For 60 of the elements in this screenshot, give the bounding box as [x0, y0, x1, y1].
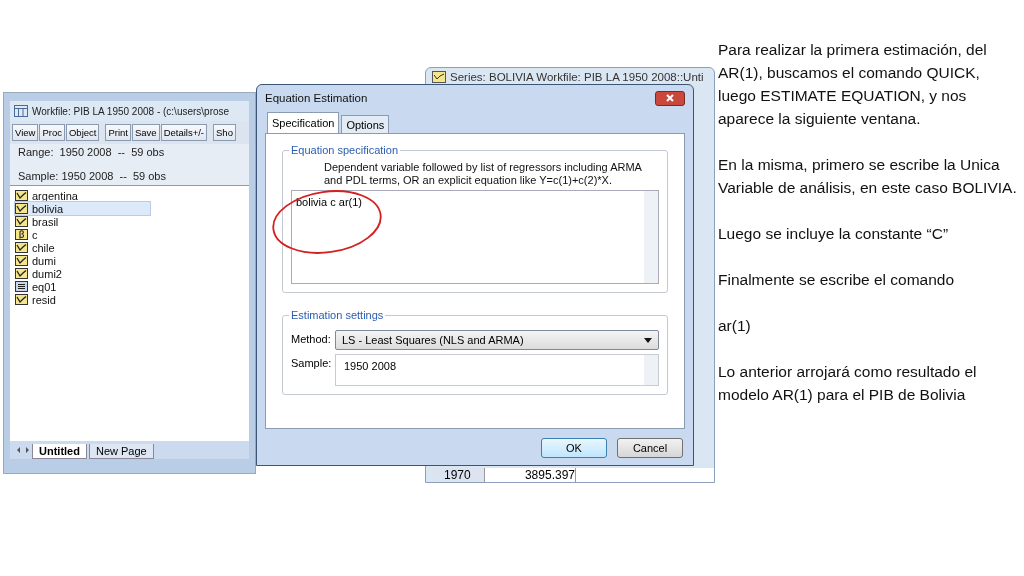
object-item[interactable]: bolivia [15, 202, 150, 215]
note-paragraph: Luego se incluye la constante “C” [718, 224, 950, 244]
series-icon [15, 203, 28, 214]
toolbar-button[interactable]: View [12, 124, 39, 141]
table-cell: 1970 [432, 468, 485, 482]
toolbar-button[interactable]: Proc [39, 124, 65, 141]
scrollbar[interactable] [644, 191, 658, 283]
page-tab[interactable]: Untitled [32, 444, 87, 459]
range-text: Range: 1950 2008 -- 59 obs [18, 146, 166, 158]
method-dropdown[interactable]: LS - Least Squares (NLS and ARMA) [335, 330, 659, 350]
scroll-arrows-icon[interactable] [16, 446, 30, 454]
sample-field[interactable]: 1950 2008 [335, 354, 659, 386]
dialog-title: Equation Estimation [265, 92, 368, 104]
table-cell: 3895.397 [485, 468, 576, 482]
equation-icon [15, 281, 28, 292]
toolbar-button[interactable]: Details+/- [160, 124, 208, 141]
note-paragraph: ar(1) [718, 316, 752, 336]
toolbar-button[interactable]: Object [65, 124, 100, 141]
object-item[interactable]: chile [15, 241, 150, 254]
window-title: Series: BOLIVIA Workfile: PIB LA 1950 2008::Unti [450, 71, 704, 83]
close-icon [665, 93, 675, 103]
dialog-button[interactable]: Cancel [617, 438, 683, 458]
equation-field[interactable]: bolivia c ar(1) [291, 190, 659, 284]
note-paragraph: Lo anterior arrojará como resultado el modelo AR(1) para el PIB de Bolivia [718, 362, 978, 405]
series-icon [15, 216, 28, 227]
object-item[interactable]: dumi2 [15, 267, 150, 280]
window-title: Workfile: PIB LA 1950 2008 - (c:\users\prose [32, 105, 230, 117]
toolbar-button[interactable]: Save [132, 124, 160, 141]
note-paragraph: En la misma, primero se escribe la Unica Variable de análisis, en este caso BOLIVIA. [718, 155, 1018, 198]
scrollbar[interactable] [644, 355, 658, 385]
object-item[interactable]: eq01 [15, 280, 150, 293]
page-tab[interactable]: New Page [88, 444, 154, 459]
object-item[interactable]: dumi [15, 254, 150, 267]
toolbar-button[interactable]: Print [105, 124, 131, 141]
dialog-button[interactable]: OK [541, 438, 607, 458]
group-title: Equation specification [289, 144, 400, 156]
field-label: Sample: [291, 356, 331, 369]
toolbar-button[interactable]: Sho [213, 124, 236, 141]
series-icon [15, 255, 28, 266]
object-item[interactable]: c [15, 228, 150, 241]
series-icon [15, 268, 28, 279]
sample-text: Sample: 1950 2008 -- 59 obs [18, 170, 167, 182]
object-item[interactable]: resid [15, 293, 150, 306]
series-icon [15, 294, 28, 305]
coefficient-icon [15, 229, 28, 240]
series-icon [432, 71, 446, 83]
grid-icon [14, 105, 28, 117]
note-paragraph: Para realizar la primera estimación, del AR(1), buscamos el comando QUICK, luego ESTIMATE EQUATION, y nos aparece la siguiente ventana. [718, 40, 988, 129]
tab[interactable]: Specification [267, 112, 340, 133]
series-icon [15, 242, 28, 253]
note-paragraph: Finalmente se escribe el comando [718, 270, 956, 290]
caret-icon [644, 337, 652, 343]
tab[interactable]: Options [341, 115, 390, 133]
field-label: Method: [291, 332, 331, 345]
close-button[interactable] [655, 90, 685, 106]
series-icon [15, 190, 28, 201]
hint-text: Dependent variable followed by list of regressors including ARMA and PDL terms, OR an explicit equation like Y=c(1)+c(2)*X. [323, 161, 643, 187]
group-title: Estimation settings [289, 309, 386, 321]
object-item[interactable]: brasil [15, 215, 150, 228]
object-item[interactable]: argentina [15, 189, 150, 202]
